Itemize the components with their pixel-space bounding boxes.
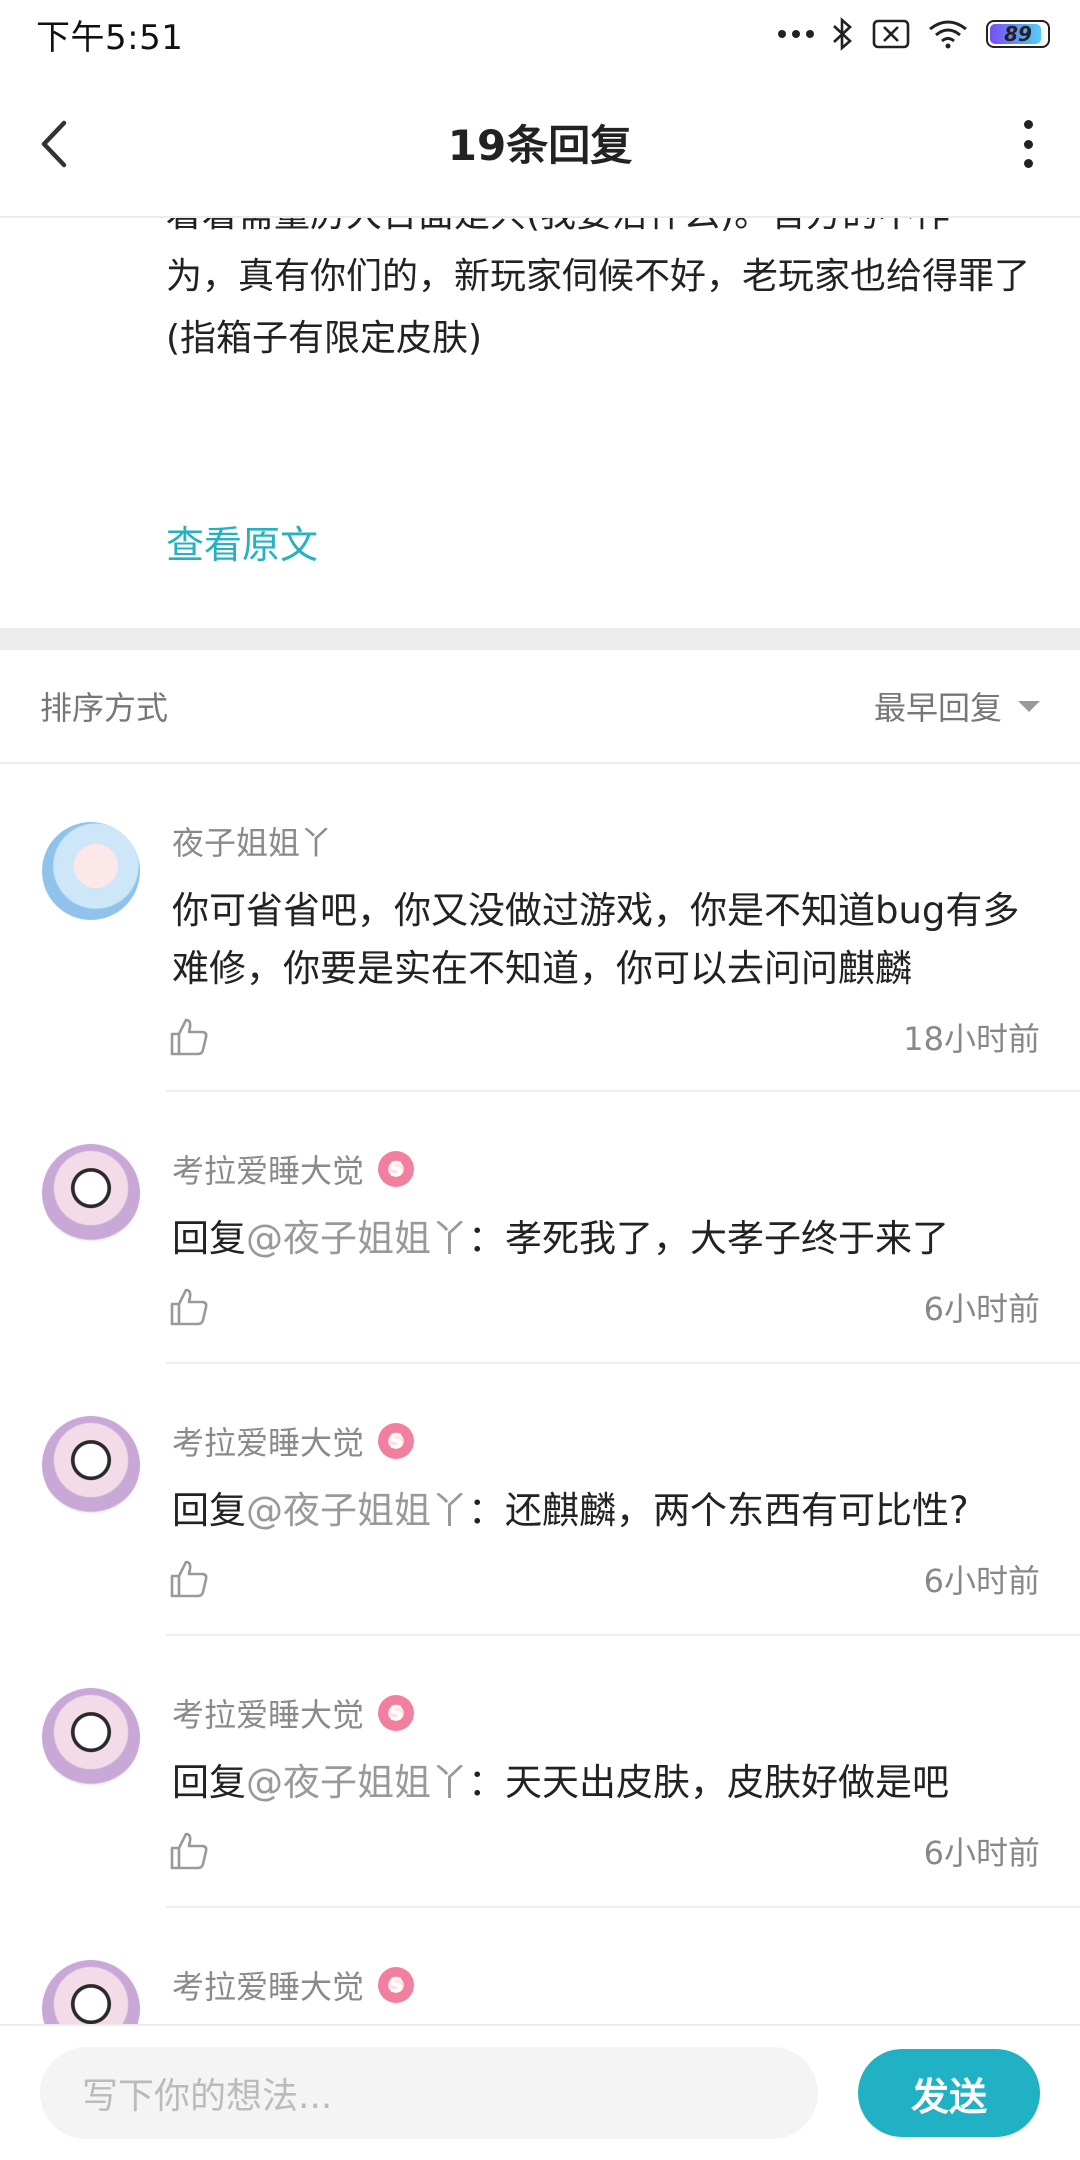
status-icons: 89	[778, 17, 1050, 51]
sort-value: 最早回复	[873, 689, 1002, 727]
username[interactable]: 考拉爱睡大觉 S	[172, 1418, 1040, 1464]
level-badge-icon: S	[378, 1151, 415, 1187]
section-divider	[0, 628, 1080, 650]
comment-item: 考拉爱睡大觉 S 回复@夜子姐姐丫：还麒麟，两个东西有可比性? 6小时前	[0, 1364, 1080, 1636]
thumbs-up-icon[interactable]	[168, 1286, 210, 1328]
comment-content: 回复@夜子姐姐丫：孝死我了，大孝子终于来了	[172, 1217, 949, 1260]
page-title: 19条回复	[447, 120, 633, 170]
avatar[interactable]	[42, 1416, 140, 1514]
comment-time: 6小时前	[923, 1834, 1040, 1872]
chevron-left-icon	[41, 120, 67, 168]
level-badge-icon: S	[378, 1695, 415, 1731]
thumbs-up-icon[interactable]	[168, 1016, 210, 1058]
original-post: 着着需量厉大台面是只(我要治什么)。官方的不作 为，真有你们的，新玩家伺候不好，…	[0, 218, 1080, 628]
battery-level: 89	[1004, 22, 1032, 46]
comment-time: 6小时前	[923, 1562, 1040, 1600]
thumbs-up-icon[interactable]	[168, 1830, 210, 1872]
avatar[interactable]	[42, 822, 140, 920]
avatar[interactable]	[42, 1144, 140, 1242]
comment-item: 考拉爱睡大觉 S	[0, 1908, 1080, 2058]
comment-item: 考拉爱睡大觉 S 回复@夜子姐姐丫：天天出皮肤，皮肤好做是吧 6小时前	[0, 1636, 1080, 1908]
level-badge-icon: S	[378, 1967, 415, 2003]
comment-item: 夜子姐姐丫 你可省省吧，你又没做过游戏，你是不知道bug有多难修，你要是实在不知…	[0, 766, 1080, 1092]
send-button[interactable]: 发送	[858, 2049, 1040, 2137]
mention-link[interactable]: @夜子姐姐丫	[246, 1761, 468, 1804]
comment-time: 6小时前	[923, 1290, 1040, 1328]
back-button[interactable]	[38, 116, 88, 172]
comment-input[interactable]: 写下你的想法...	[40, 2047, 818, 2139]
username[interactable]: 夜子姐姐丫	[172, 818, 1040, 864]
comment-input-bar: 写下你的想法... 发送	[0, 2024, 1080, 2160]
caret-down-icon	[1018, 700, 1040, 712]
username[interactable]: 考拉爱睡大觉 S	[172, 1962, 1040, 2008]
post-text: 为，真有你们的，新玩家伺候不好，老玩家也给得罪了(指箱子有限定皮肤)	[166, 256, 1031, 359]
comment-content: 回复@夜子姐姐丫：天天出皮肤，皮肤好做是吧	[172, 1761, 949, 1804]
mention-link[interactable]: @夜子姐姐丫	[246, 1217, 468, 1260]
comment-content: 回复@夜子姐姐丫：还麒麟，两个东西有可比性?	[172, 1489, 969, 1532]
more-dots-icon	[778, 30, 814, 38]
wifi-icon	[929, 20, 967, 49]
sort-dropdown[interactable]: 最早回复	[874, 683, 1040, 729]
no-sim-icon	[872, 19, 910, 49]
more-vertical-icon[interactable]	[1016, 120, 1040, 168]
avatar[interactable]	[42, 1688, 140, 1786]
post-cut-line: 着着需量厉大台面是只(我要治什么)。官方的不作	[166, 218, 1026, 246]
comment-list: 夜子姐姐丫 你可省省吧，你又没做过游戏，你是不知道bug有多难修，你要是实在不知…	[0, 766, 1080, 2058]
comment-item: 考拉爱睡大觉 S 回复@夜子姐姐丫：孝死我了，大孝子终于来了 6小时前	[0, 1092, 1080, 1364]
username[interactable]: 考拉爱睡大觉 S	[172, 1690, 1040, 1736]
thumbs-up-icon[interactable]	[168, 1558, 210, 1600]
bluetooth-icon	[833, 17, 852, 51]
mention-link[interactable]: @夜子姐姐丫	[246, 1489, 468, 1532]
username[interactable]: 考拉爱睡大觉 S	[172, 1146, 1040, 1192]
sort-label: 排序方式	[40, 689, 169, 727]
level-badge-icon: S	[378, 1423, 415, 1459]
sort-row: 排序方式 最早回复	[0, 650, 1080, 764]
status-bar: 下午5:51 89	[0, 0, 1080, 68]
status-time: 下午5:51	[36, 17, 184, 58]
comment-content: 你可省省吧，你又没做过游戏，你是不知道bug有多难修，你要是实在不知道，你可以去…	[172, 889, 1020, 990]
battery-icon: 89	[986, 20, 1050, 48]
view-original-link[interactable]: 查看原文	[166, 514, 318, 569]
header: 19条回复	[0, 68, 1080, 218]
comment-time: 18小时前	[903, 1020, 1040, 1058]
